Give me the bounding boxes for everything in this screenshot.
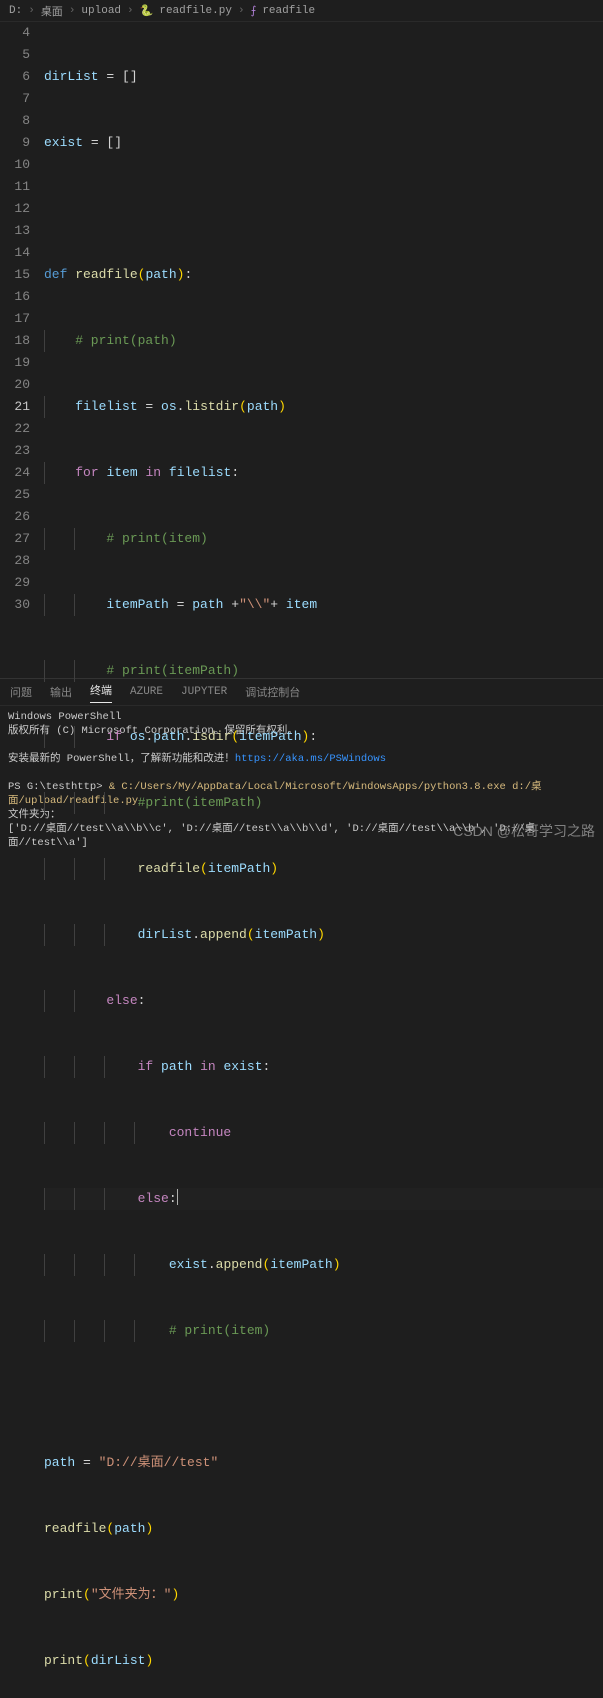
line-number-gutter: 456 789 101112 131415 161718 1920 21 222… [0,22,44,678]
breadcrumb-symbol[interactable]: readfile [262,5,315,17]
chevron-right-icon: › [28,5,35,17]
watermark: CSDN @松哥学习之路 [453,821,595,841]
chevron-right-icon: › [127,5,134,17]
tab-terminal[interactable]: 终端 [90,682,112,703]
breadcrumb-folder[interactable]: 桌面 [41,3,63,19]
text-cursor [177,1189,178,1205]
tab-debug-console[interactable]: 调试控制台 [245,684,300,700]
tab-jupyter[interactable]: JUPYTER [181,686,227,698]
chevron-right-icon: › [69,5,76,17]
tab-output[interactable]: 输出 [50,684,72,700]
chevron-right-icon: › [238,5,245,17]
breadcrumb-file[interactable]: readfile.py [159,5,232,17]
symbol-function-icon: ⨍ [251,4,257,18]
breadcrumb-drive[interactable]: D: [9,5,22,17]
tab-problems[interactable]: 问题 [10,684,32,700]
code-editor[interactable]: 456 789 101112 131415 161718 1920 21 222… [0,22,603,678]
tab-azure[interactable]: AZURE [130,686,163,698]
code-content[interactable]: dirList = [] exist = [] def readfile(pat… [44,22,603,678]
python-file-icon: 🐍 [140,4,154,18]
breadcrumb[interactable]: D: › 桌面 › upload › 🐍 readfile.py › ⨍ rea… [0,0,603,22]
breadcrumb-folder[interactable]: upload [81,5,121,17]
